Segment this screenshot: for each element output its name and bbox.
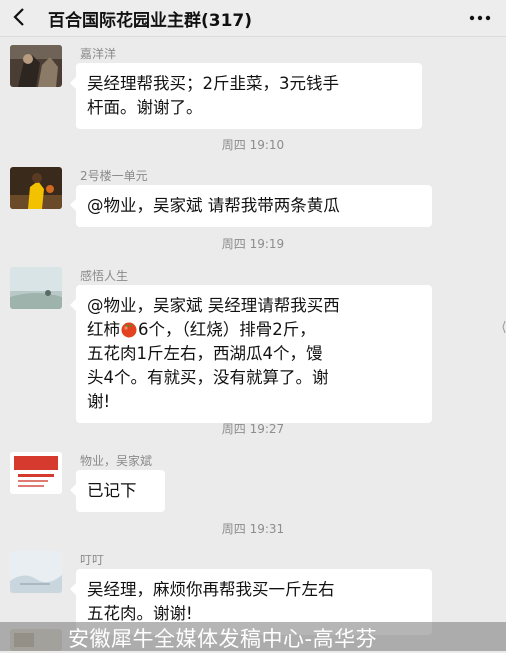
message-text-line: 吴经理，麻烦你再帮我买一斤左右 xyxy=(87,580,335,599)
chat-title: 百合国际花园业主群(317) xyxy=(48,11,253,31)
message-text-line: 杆面。谢谢了。 xyxy=(87,98,203,117)
timestamp-divider: 周四 19:19 xyxy=(221,237,285,251)
avatar[interactable] xyxy=(10,551,62,593)
message-text-line: @物业，吴家斌 请帮我带两条黄瓜 xyxy=(87,196,340,215)
scroll-indicator xyxy=(502,318,506,334)
sender-name: 物业，吴家斌 xyxy=(80,454,153,468)
message-list[interactable]: 嘉洋洋 吴经理帮我买；2斤韭菜，3元钱手 杆面。谢谢了。 周四 19:10 2号… xyxy=(0,37,506,651)
message-bubble[interactable]: @物业，吴家斌 吴经理请帮我买西 红柿 6个，（红烧）排骨2斤， 五花肉1斤左右，… xyxy=(70,285,432,423)
avatar[interactable] xyxy=(10,452,62,494)
sender-name: 嘉洋洋 xyxy=(80,47,117,61)
message-text-line: @物业，吴家斌 吴经理请帮我买西 xyxy=(87,296,340,315)
avatar[interactable] xyxy=(10,167,62,209)
watermark-text: 安徽犀牛全媒体发稿中心-高华芬 xyxy=(68,627,378,651)
chevron-left-icon[interactable] xyxy=(8,5,32,29)
message-bubble[interactable]: 已记下 xyxy=(70,470,165,512)
message-text-line: 头4个。有就买，没有就算了。谢 xyxy=(87,368,329,387)
timestamp-divider: 周四 19:27 xyxy=(221,422,285,436)
tomato-emoji-icon xyxy=(121,322,137,338)
message-text-line: 谢! xyxy=(87,392,111,411)
chat-header: 百合国际花园业主群(317) xyxy=(0,0,506,37)
message-bubble[interactable]: 吴经理帮我买；2斤韭菜，3元钱手 杆面。谢谢了。 xyxy=(70,63,422,129)
avatar[interactable] xyxy=(10,267,62,309)
more-horizontal-icon[interactable] xyxy=(468,8,492,28)
message-bubble[interactable]: @物业，吴家斌 请帮我带两条黄瓜 xyxy=(70,185,432,227)
sender-name: 感悟人生 xyxy=(80,269,129,283)
message-text-line: 五花肉1斤左右，西湖瓜4个，馒 xyxy=(87,344,323,363)
message-text-line: 红柿 6个，（红烧）排骨2斤， xyxy=(87,320,316,339)
sender-name: 叮叮 xyxy=(80,553,105,567)
avatar[interactable] xyxy=(10,45,62,87)
sender-name: 2号楼一单元 xyxy=(80,169,148,183)
timestamp-divider: 周四 19:31 xyxy=(221,522,285,536)
message-text-line: 吴经理帮我买；2斤韭菜，3元钱手 xyxy=(87,74,339,93)
message-text-line: 已记下 xyxy=(87,481,137,500)
timestamp-divider: 周四 19:10 xyxy=(221,138,285,152)
watermark: 安徽犀牛全媒体发稿中心-高华芬 xyxy=(0,622,506,651)
